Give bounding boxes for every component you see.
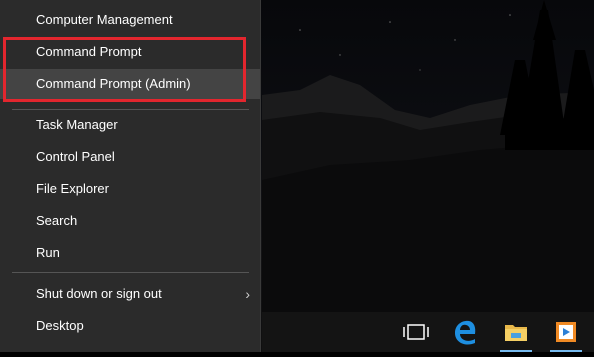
menu-item-label: Desktop <box>36 318 84 333</box>
menu-separator <box>12 272 249 273</box>
menu-item-search[interactable]: Search <box>0 206 260 236</box>
menu-item-label: Computer Management <box>36 12 173 27</box>
menu-item-label: Search <box>36 213 78 228</box>
chevron-right-icon: › <box>245 286 250 302</box>
edge-icon[interactable] <box>444 312 488 352</box>
taskbar <box>262 312 594 352</box>
menu-item-control-panel[interactable]: Control Panel <box>0 142 260 172</box>
menu-item-run[interactable]: Run <box>0 238 260 268</box>
menu-item-computer-management[interactable]: Computer Management <box>0 5 260 35</box>
menu-item-label: Run <box>36 245 60 260</box>
menu-item-label: Task Manager <box>36 117 118 132</box>
menu-item-label: Shut down or sign out <box>36 286 162 301</box>
menu-item-label: Control Panel <box>36 149 115 164</box>
power-user-menu: Computer Management Command Prompt Comma… <box>0 0 261 352</box>
menu-item-file-explorer[interactable]: File Explorer <box>0 174 260 204</box>
menu-item-shut-down-or-sign-out[interactable]: Shut down or sign out › <box>0 279 260 309</box>
menu-item-label: File Explorer <box>36 181 109 196</box>
task-view-icon[interactable] <box>394 312 438 352</box>
media-player-icon[interactable] <box>544 312 588 352</box>
menu-item-desktop[interactable]: Desktop <box>0 311 260 341</box>
file-explorer-icon[interactable] <box>494 312 538 352</box>
highlight-box <box>3 37 246 102</box>
menu-item-task-manager[interactable]: Task Manager <box>0 110 260 140</box>
